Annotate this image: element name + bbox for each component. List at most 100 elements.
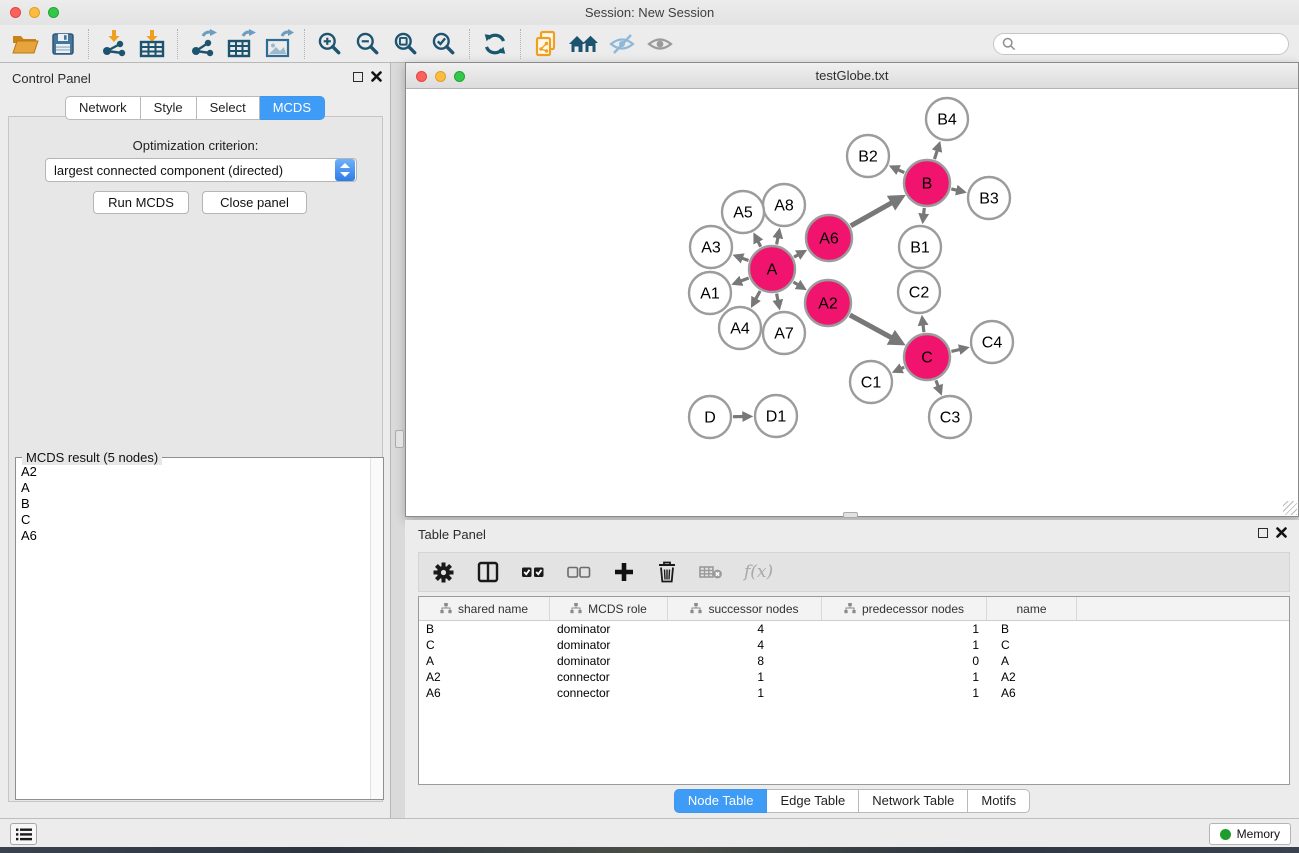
table-cell[interactable]: 4	[668, 637, 822, 653]
hide-details-button[interactable]	[603, 28, 641, 60]
graph-edge-C-C4[interactable]	[951, 349, 961, 351]
column-header-name[interactable]: name	[987, 597, 1077, 620]
graph-edge-A-A2[interactable]	[793, 282, 799, 286]
select-all-columns-button[interactable]	[520, 557, 546, 587]
tab-network[interactable]: Network	[65, 96, 141, 120]
network-canvas[interactable]: B4B2BB3A8A5A6A3B1AA1C2A2A4A7C4CC1DD1C3	[406, 89, 1298, 516]
graph-edge-C-C1[interactable]	[899, 367, 904, 369]
export-table-button[interactable]	[222, 28, 260, 60]
import-network-button[interactable]	[95, 28, 133, 60]
graph-node-B1[interactable]: B1	[899, 226, 941, 268]
table-cell[interactable]: 1	[822, 637, 987, 653]
unselect-all-columns-button[interactable]	[566, 557, 592, 587]
graph-node-A6[interactable]: A6	[806, 215, 852, 261]
table-cell[interactable]: 8	[668, 653, 822, 669]
graph-node-C2[interactable]: C2	[898, 271, 940, 313]
tab-node-table[interactable]: Node Table	[674, 789, 768, 813]
zoom-out-button[interactable]	[349, 28, 387, 60]
table-cell[interactable]: A	[419, 653, 550, 669]
table-cell[interactable]: 1	[822, 621, 987, 637]
graph-edge-C-C2[interactable]	[923, 323, 924, 332]
delete-columns-button[interactable]	[656, 557, 678, 587]
table-cell[interactable]: connector	[550, 669, 668, 685]
table-cell[interactable]: A	[987, 653, 1077, 669]
graph-node-B[interactable]: B	[904, 160, 950, 206]
home-button[interactable]	[565, 28, 603, 60]
run-mcds-button[interactable]: Run MCDS	[93, 191, 189, 214]
save-session-button[interactable]	[44, 28, 82, 60]
mcds-result-item[interactable]: A	[21, 480, 370, 496]
graph-edge-A6-B[interactable]	[851, 201, 895, 226]
task-history-button[interactable]	[10, 823, 37, 845]
table-row[interactable]: Adominator80A	[419, 653, 1289, 669]
table-cell[interactable]: 1	[668, 669, 822, 685]
graph-node-A[interactable]: A	[749, 246, 795, 292]
graph-node-C4[interactable]: C4	[971, 321, 1013, 363]
graph-edge-B-B3[interactable]	[951, 189, 959, 191]
zoom-in-button[interactable]	[311, 28, 349, 60]
memory-button[interactable]: Memory	[1209, 823, 1291, 845]
tab-select[interactable]: Select	[197, 96, 260, 120]
graph-node-A2[interactable]: A2	[805, 280, 851, 326]
column-header-predecessor-nodes[interactable]: predecessor nodes	[822, 597, 987, 620]
copy-network-button[interactable]	[527, 28, 565, 60]
table-row[interactable]: Cdominator41C	[419, 637, 1289, 653]
table-cell[interactable]: A2	[419, 669, 550, 685]
resize-grip[interactable]	[1283, 501, 1297, 515]
tab-style[interactable]: Style	[141, 96, 197, 120]
graph-node-A1[interactable]: A1	[689, 272, 731, 314]
table-cell[interactable]: 1	[668, 685, 822, 701]
table-row[interactable]: A6connector11A6	[419, 685, 1289, 701]
zoom-fit-button[interactable]	[387, 28, 425, 60]
table-cell[interactable]: C	[987, 637, 1077, 653]
table-cell[interactable]: C	[419, 637, 550, 653]
vertical-splitter-handle[interactable]	[395, 430, 404, 448]
graph-edge-A-A7[interactable]	[777, 294, 779, 303]
criterion-dropdown[interactable]: largest connected component (directed)	[45, 158, 357, 182]
table-cell[interactable]: A2	[987, 669, 1077, 685]
tab-network-table[interactable]: Network Table	[859, 789, 968, 813]
show-column-button[interactable]	[476, 557, 500, 587]
graph-node-C1[interactable]: C1	[850, 361, 892, 403]
column-header-shared-name[interactable]: shared name	[419, 597, 550, 620]
table-cell[interactable]: 1	[822, 669, 987, 685]
refresh-button[interactable]	[476, 28, 514, 60]
graph-edge-B-B1[interactable]	[923, 208, 924, 216]
column-header-mcds-role[interactable]: MCDS role	[550, 597, 668, 620]
import-table-button[interactable]	[133, 28, 171, 60]
graph-edge-A2-C[interactable]	[850, 315, 895, 339]
table-cell[interactable]: A6	[419, 685, 550, 701]
zoom-selected-button[interactable]	[425, 28, 463, 60]
mcds-result-item[interactable]: B	[21, 496, 370, 512]
table-cell[interactable]: dominator	[550, 637, 668, 653]
delete-table-button[interactable]	[698, 557, 724, 587]
graph-edge-C-C3[interactable]	[936, 380, 939, 388]
mcds-result-item[interactable]: A2	[21, 464, 370, 480]
graph-edge-A-A6[interactable]	[794, 254, 800, 257]
table-cell[interactable]: A6	[987, 685, 1077, 701]
table-row[interactable]: Bdominator41B	[419, 621, 1289, 637]
function-builder-button[interactable]: f(x)	[744, 557, 773, 587]
graph-node-B3[interactable]: B3	[968, 177, 1010, 219]
open-session-button[interactable]	[6, 28, 44, 60]
table-cell[interactable]: dominator	[550, 653, 668, 669]
table-cell[interactable]: B	[419, 621, 550, 637]
graph-node-C3[interactable]: C3	[929, 396, 971, 438]
mcds-result-item[interactable]: A6	[21, 528, 370, 544]
table-cell[interactable]: B	[987, 621, 1077, 637]
table-cell[interactable]: connector	[550, 685, 668, 701]
close-panel-button[interactable]: Close panel	[202, 191, 307, 214]
column-header-successor-nodes[interactable]: successor nodes	[668, 597, 822, 620]
graph-node-C[interactable]: C	[904, 334, 950, 380]
graph-edge-A-A1[interactable]	[739, 278, 749, 282]
create-column-button[interactable]	[612, 557, 636, 587]
graph-node-D1[interactable]: D1	[755, 395, 797, 437]
tab-mcds[interactable]: MCDS	[260, 96, 325, 120]
horizontal-splitter-handle[interactable]	[843, 512, 858, 518]
table-cell[interactable]: 0	[822, 653, 987, 669]
graph-edge-A-A3[interactable]	[740, 258, 748, 261]
export-image-button[interactable]	[260, 28, 298, 60]
close-panel-icon[interactable]	[371, 71, 382, 82]
table-cell[interactable]: 4	[668, 621, 822, 637]
table-settings-button[interactable]	[431, 557, 456, 587]
